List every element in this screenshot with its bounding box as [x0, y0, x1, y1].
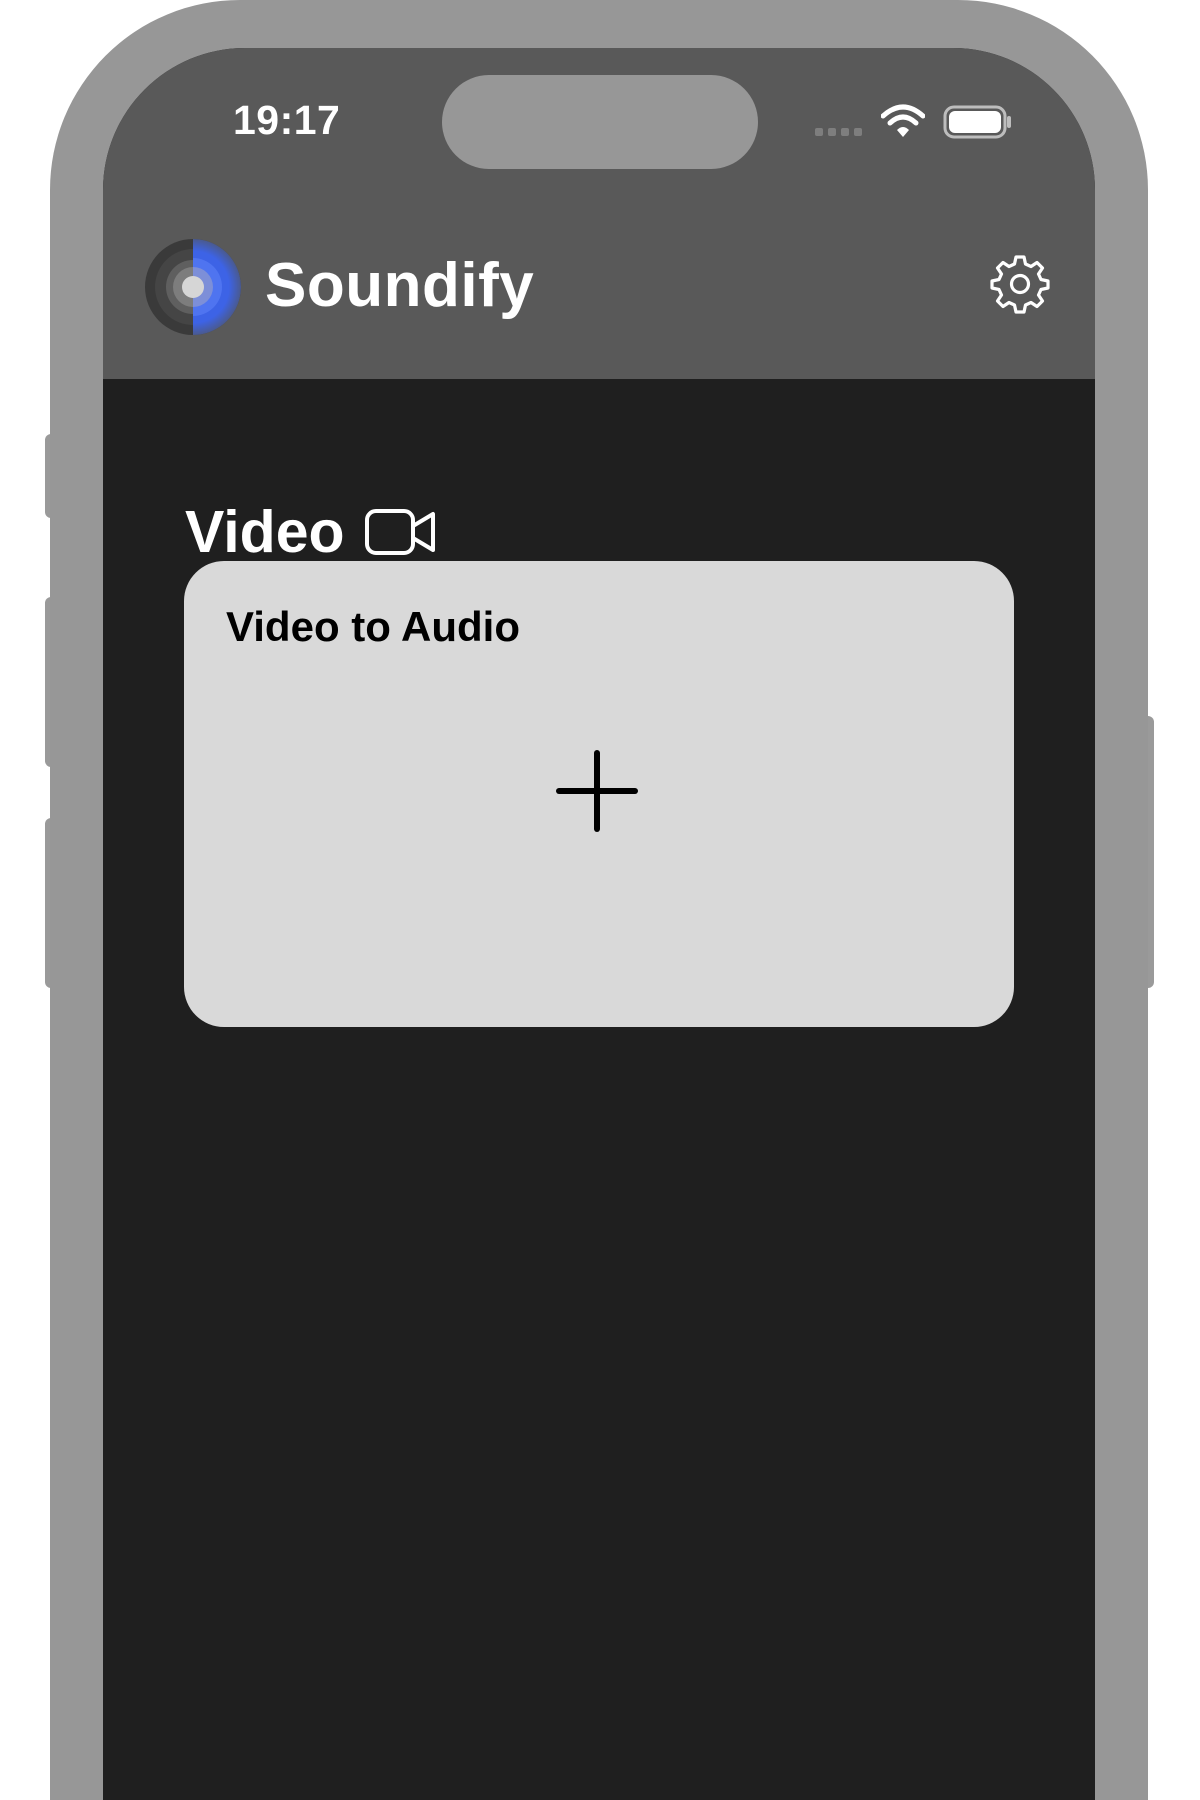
video-camera-icon	[364, 509, 435, 555]
video-section-header: Video	[185, 498, 437, 566]
section-title: Video	[185, 499, 345, 565]
battery-icon	[943, 105, 1011, 139]
page: 19:17 Soundify Video Video to Audio	[0, 0, 1200, 1800]
cellular-signal-icon	[815, 128, 862, 136]
top-bar: 19:17 Soundify	[103, 48, 1095, 379]
video-to-audio-card[interactable]: Video to Audio	[184, 561, 1014, 1027]
dynamic-island	[442, 75, 758, 169]
app-logo-icon	[145, 239, 241, 335]
wifi-icon	[881, 104, 925, 137]
status-time: 19:17	[233, 97, 341, 143]
card-title: Video to Audio	[226, 603, 520, 650]
phone-screen: 19:17 Soundify Video Video to Audio	[103, 48, 1095, 1800]
app-header: Soundify	[103, 228, 1095, 338]
app-title: Soundify	[265, 251, 535, 320]
plus-icon[interactable]	[555, 749, 639, 833]
gear-icon[interactable]	[990, 254, 1050, 314]
